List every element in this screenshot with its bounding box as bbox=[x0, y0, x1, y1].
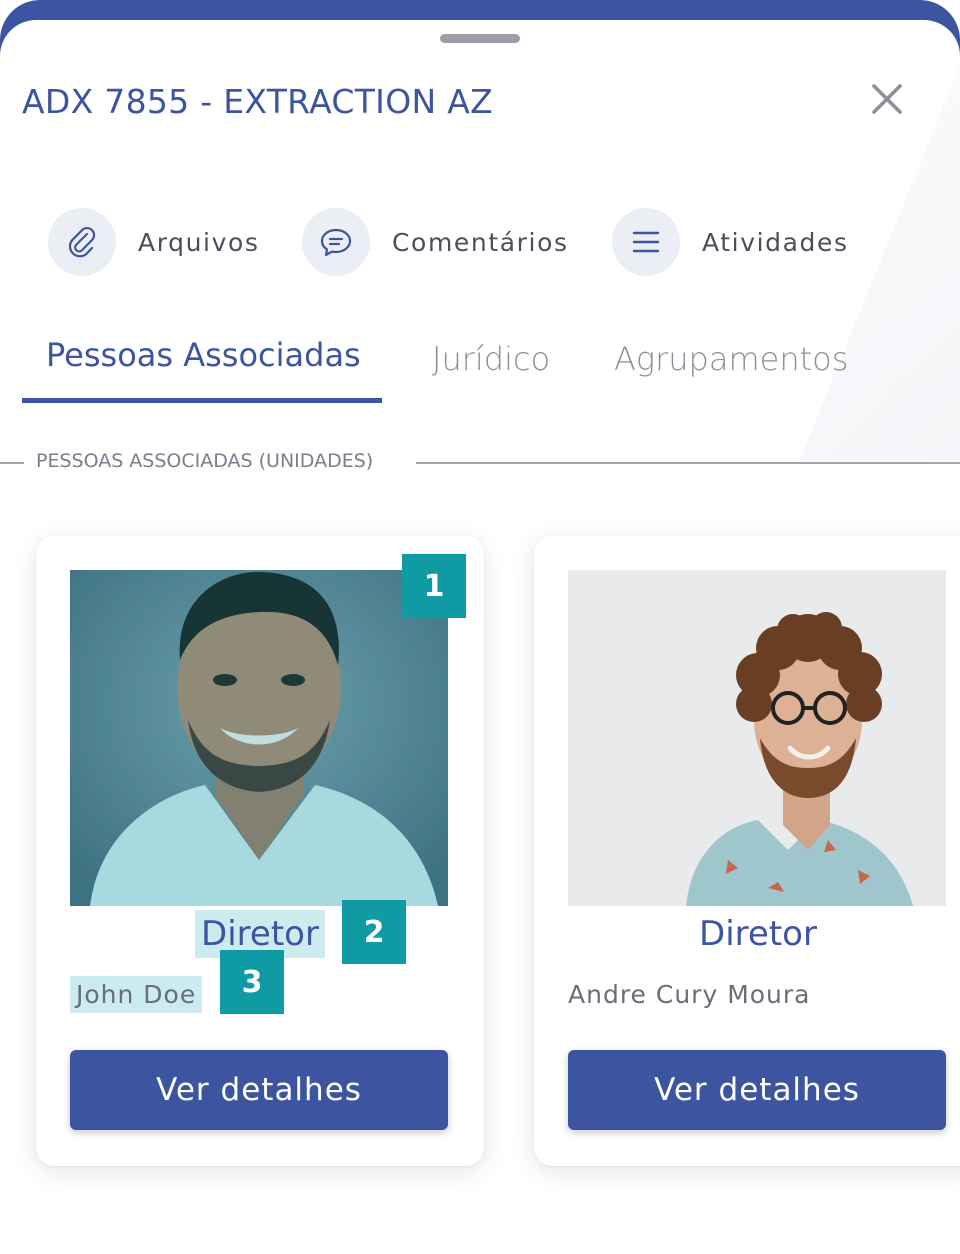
view-details-button[interactable]: Ver detalhes bbox=[70, 1050, 448, 1130]
tab-juridico[interactable]: Jurídico bbox=[432, 340, 550, 378]
files-label: Arquivos bbox=[138, 227, 260, 257]
files-icon-circle bbox=[48, 208, 116, 276]
person-photo bbox=[70, 570, 448, 906]
drag-handle[interactable] bbox=[440, 34, 520, 43]
bottom-sheet: ADX 7855 - EXTRACTION AZ Arquivos Coment… bbox=[0, 20, 960, 1254]
files-action[interactable]: Arquivos bbox=[48, 208, 260, 276]
close-icon bbox=[872, 84, 902, 114]
section-divider-left bbox=[0, 462, 24, 464]
activities-label: Atividades bbox=[702, 227, 849, 257]
person-role: Diretor bbox=[534, 914, 960, 954]
tab-pessoas-associadas[interactable]: Pessoas Associadas bbox=[46, 336, 361, 374]
person-name-label: John Doe bbox=[70, 976, 203, 1013]
paperclip-icon bbox=[68, 227, 96, 258]
annotation-marker: 2 bbox=[342, 900, 406, 964]
annotation-marker: 1 bbox=[402, 554, 466, 618]
person-role: Diretor bbox=[36, 910, 484, 958]
view-details-button[interactable]: Ver detalhes bbox=[568, 1050, 946, 1130]
activities-action[interactable]: Atividades bbox=[612, 208, 849, 276]
person-card: Diretor Andre Cury Moura Ver detalhes bbox=[534, 536, 960, 1166]
section-title: PESSOAS ASSOCIADAS (UNIDADES) bbox=[36, 450, 374, 472]
comment-icon bbox=[320, 228, 352, 257]
person-name: Andre Cury Moura bbox=[568, 980, 811, 1009]
activities-icon-circle bbox=[612, 208, 680, 276]
tab-agrupamentos[interactable]: Agrupamentos bbox=[614, 340, 848, 378]
section-divider-right bbox=[416, 462, 960, 464]
person-name: John Doe bbox=[70, 976, 203, 1013]
person-role-label: Diretor bbox=[699, 914, 817, 954]
close-button[interactable] bbox=[864, 76, 910, 122]
photo-highlight-overlay bbox=[70, 570, 448, 906]
person-photo bbox=[568, 570, 946, 906]
comments-action[interactable]: Comentários bbox=[302, 208, 569, 276]
person-card: Diretor John Doe Ver detalhes bbox=[36, 536, 484, 1166]
page-title: ADX 7855 - EXTRACTION AZ bbox=[22, 82, 494, 121]
active-tab-indicator bbox=[22, 398, 382, 403]
comments-label: Comentários bbox=[392, 227, 569, 257]
annotation-marker: 3 bbox=[220, 950, 284, 1014]
comments-icon-circle bbox=[302, 208, 370, 276]
list-icon bbox=[632, 231, 660, 253]
